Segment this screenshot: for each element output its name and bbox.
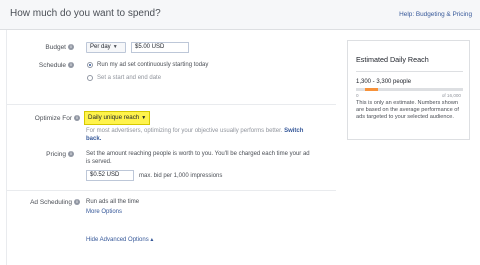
switch-back-link[interactable]: back. — [86, 136, 101, 142]
schedule-start-end-radio[interactable] — [87, 75, 93, 81]
ad-scheduling-label: Ad Scheduling — [30, 199, 72, 206]
ad-scheduling-value: Run ads all the time — [86, 199, 140, 205]
budget-frequency-value: Per day — [90, 44, 111, 50]
switch-link[interactable]: Switch — [284, 128, 303, 134]
page-title: How much do you want to spend? — [10, 8, 161, 19]
info-icon[interactable]: i — [74, 199, 80, 206]
reach-bar-fill — [364, 88, 379, 91]
more-options-link[interactable]: More Options — [86, 209, 122, 215]
reach-range: 1,300 - 3,300 people — [356, 79, 412, 85]
schedule-continuous-radio[interactable] — [87, 62, 93, 68]
left-border — [6, 30, 7, 265]
optimize-note: For most advertisers, optimizing for you… — [86, 128, 304, 134]
section-header: How much do you want to spend? Help: Bud… — [0, 0, 480, 30]
schedule-label-row: Schedule i — [36, 62, 74, 69]
estimated-reach-panel: Estimated Daily Reach 1,300 - 3,300 peop… — [347, 40, 470, 140]
ad-scheduling-label-row: Ad Scheduling i — [24, 199, 80, 206]
help-link[interactable]: Help: Budgeting & Pricing — [399, 11, 472, 18]
section-divider — [7, 104, 336, 105]
info-icon[interactable]: i — [68, 62, 74, 69]
chevron-down-icon: ▼ — [141, 115, 147, 121]
optimize-label: Optimize For — [34, 115, 72, 122]
optimize-label-row: Optimize For i — [30, 115, 80, 122]
reach-bar-max: of 16,000 — [441, 93, 461, 98]
panel-divider — [356, 71, 463, 72]
pricing-description-line2: is served. — [86, 159, 112, 165]
reach-bar-min: 0 — [356, 93, 359, 98]
chevron-down-icon: ▼ — [112, 44, 118, 50]
info-icon[interactable]: i — [74, 115, 80, 122]
bid-suffix: max. bid per 1,000 impressions — [139, 173, 223, 179]
hide-advanced-options-link[interactable]: Hide Advanced Options ▴ — [86, 236, 153, 243]
optimize-for-select[interactable]: Daily unique reach ▼ — [84, 111, 151, 125]
budget-label: Budget — [45, 44, 66, 51]
reach-note: This is only an estimate. Numbers shown … — [356, 100, 459, 120]
pricing-description-line1: Set the amount reaching people is worth … — [86, 151, 310, 157]
bid-amount-input[interactable]: $0.52 USD — [86, 170, 134, 181]
budget-label-row: Budget i — [40, 44, 74, 51]
info-icon[interactable]: i — [68, 151, 74, 158]
budget-frequency-select[interactable]: Per day ▼ — [86, 42, 126, 53]
schedule-start-end-label: Set a start and end date — [97, 75, 162, 81]
section-divider — [7, 190, 336, 191]
panel-title: Estimated Daily Reach — [356, 55, 429, 64]
schedule-label: Schedule — [38, 62, 66, 69]
reach-bar-track — [356, 88, 463, 91]
schedule-continuous-label: Run my ad set continuously starting toda… — [97, 62, 209, 68]
pricing-label-row: Pricing i — [40, 151, 74, 158]
optimize-for-value: Daily unique reach — [88, 114, 140, 121]
pricing-label: Pricing — [46, 151, 66, 158]
info-icon[interactable]: i — [68, 44, 74, 51]
budget-amount-input[interactable]: $5.00 USD — [131, 42, 189, 53]
